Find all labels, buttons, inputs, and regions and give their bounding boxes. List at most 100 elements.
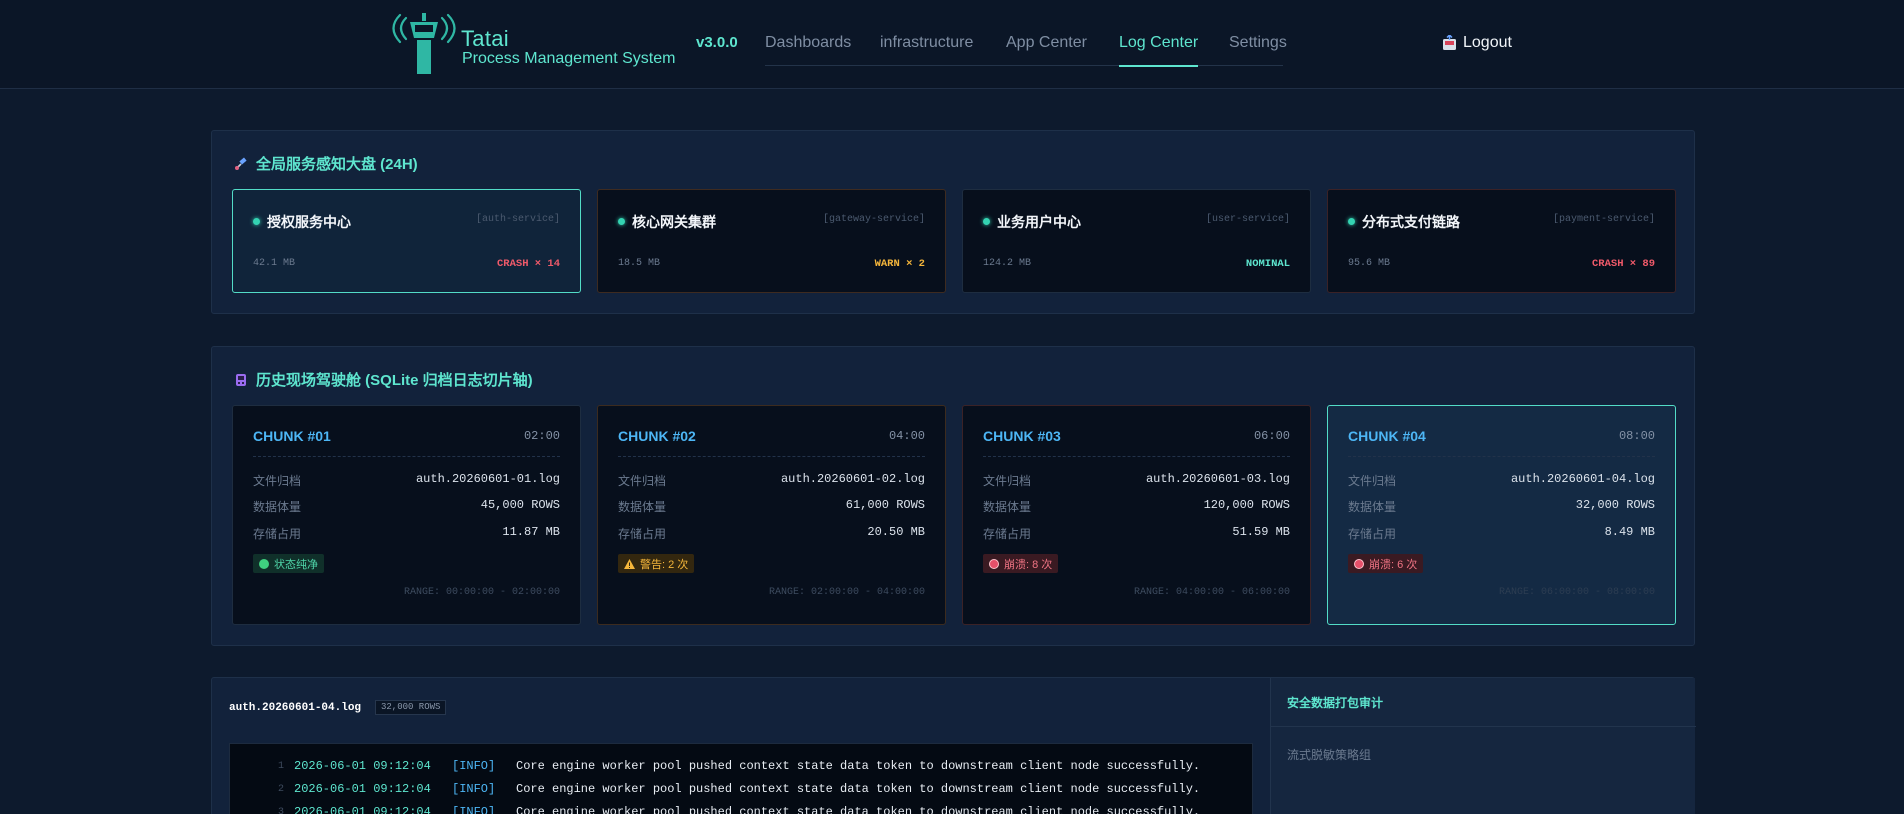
service-id: [payment-service] bbox=[1552, 214, 1655, 225]
chunk-time: 04:00 bbox=[888, 429, 925, 443]
chunk-row-file: 文件归档 auth.20260601-01.log bbox=[253, 472, 560, 488]
chunk-row-storage: 存储占用 8.49 MB bbox=[1348, 525, 1655, 541]
badge-text: 警告: 2 次 bbox=[640, 558, 689, 571]
log-level: [INFO] bbox=[452, 759, 496, 773]
version-label: v3.0.0 bbox=[696, 34, 738, 51]
badge-text: 崩溃: 6 次 bbox=[1369, 558, 1418, 571]
chunk-card-03[interactable]: CHUNK #03 06:00 文件归档 auth.20260601-03.lo… bbox=[962, 405, 1311, 625]
nav-settings[interactable]: Settings bbox=[1229, 34, 1287, 52]
service-name: 业务用户中心 bbox=[997, 214, 1081, 230]
audit-title: 安全数据打包审计 bbox=[1287, 696, 1384, 710]
control-tower-icon[interactable] bbox=[388, 12, 460, 74]
storage-value: 8.49 MB bbox=[1604, 525, 1655, 539]
log-message: Core engine worker pool pushed context s… bbox=[516, 759, 1201, 773]
divider bbox=[983, 456, 1290, 457]
status-dot bbox=[1348, 218, 1355, 225]
log-timestamp: 2026-06-01 09:12:04 bbox=[294, 759, 431, 773]
chunk-row-file: 文件归档 auth.20260601-04.log bbox=[1348, 472, 1655, 488]
service-card-payment[interactable]: 分布式支付链路 [payment-service] 95.6 MB CRASH … bbox=[1327, 189, 1676, 293]
warning-icon bbox=[624, 558, 635, 569]
rows-label: 数据体量 bbox=[983, 500, 1032, 514]
service-id: [gateway-service] bbox=[822, 214, 925, 225]
storage-value: 11.87 MB bbox=[502, 525, 560, 539]
chunk-row-rows: 数据体量 45,000 ROWS bbox=[253, 498, 560, 514]
service-card-gateway[interactable]: 核心网关集群 [gateway-service] 18.5 MB WARN × … bbox=[597, 189, 946, 293]
log-level: [INFO] bbox=[452, 805, 496, 814]
log-message: Core engine worker pool pushed context s… bbox=[516, 805, 1201, 814]
logout-label: Logout bbox=[1463, 34, 1512, 51]
storage-value: 51.59 MB bbox=[1232, 525, 1290, 539]
line-number: 2 bbox=[277, 784, 284, 795]
storage-value: 20.50 MB bbox=[867, 525, 925, 539]
service-name: 授权服务中心 bbox=[267, 214, 351, 230]
file-label: 文件归档 bbox=[1348, 474, 1397, 488]
status-dot bbox=[253, 218, 260, 225]
brand-subtitle: Process Management System bbox=[462, 50, 676, 67]
file-label: 文件归档 bbox=[983, 474, 1032, 488]
service-id: [user-service] bbox=[1205, 214, 1290, 225]
chunk-range: RANGE: 04:00:00 - 06:00:00 bbox=[1133, 587, 1290, 598]
chunk-row-storage: 存储占用 20.50 MB bbox=[618, 525, 925, 541]
chunk-time: 02:00 bbox=[523, 429, 560, 443]
nav-app-center[interactable]: App Center bbox=[1006, 34, 1087, 52]
log-viewer-panel: auth.20260601-04.log 32,000 ROWS 1 2026-… bbox=[211, 677, 1696, 814]
main-nav: Dashboards infrastructure App Center Log… bbox=[765, 20, 1287, 67]
logout-button[interactable]: Logout bbox=[1442, 34, 1512, 52]
service-card-auth[interactable]: 授权服务中心 [auth-service] 42.1 MB CRASH × 14 bbox=[232, 189, 581, 293]
rows-label: 数据体量 bbox=[1348, 500, 1397, 514]
audit-subtitle[interactable]: 流式脱敏策略组 bbox=[1287, 746, 1371, 763]
rows-value: 61,000 ROWS bbox=[845, 498, 925, 512]
chunk-title: CHUNK #01 bbox=[253, 428, 331, 444]
log-timestamp: 2026-06-01 09:12:04 bbox=[294, 782, 431, 796]
log-level: [INFO] bbox=[452, 782, 496, 796]
chunk-card-02[interactable]: CHUNK #02 04:00 文件归档 auth.20260601-02.lo… bbox=[597, 405, 946, 625]
service-status: CRASH × 89 bbox=[1591, 258, 1655, 270]
brand-name: Tatai bbox=[461, 26, 509, 51]
storage-label: 存储占用 bbox=[618, 527, 667, 541]
history-panel: 历史现场驾驶舱 (SQLite 归档日志切片轴) CHUNK #01 02:00… bbox=[211, 346, 1695, 646]
storage-label: 存储占用 bbox=[253, 527, 302, 541]
chunk-range: RANGE: 02:00:00 - 04:00:00 bbox=[768, 587, 925, 598]
file-label: 文件归档 bbox=[253, 474, 302, 488]
history-title-text: 历史现场驾驶舱 (SQLite 归档日志切片轴) bbox=[256, 372, 533, 389]
status-dot bbox=[983, 218, 990, 225]
chunk-range: RANGE: 00:00:00 - 02:00:00 bbox=[403, 587, 560, 598]
chunk-title: CHUNK #03 bbox=[983, 428, 1061, 444]
nav-infrastructure[interactable]: infrastructure bbox=[880, 34, 973, 52]
file-value: auth.20260601-04.log bbox=[1510, 472, 1655, 486]
history-title: 历史现场驾驶舱 (SQLite 归档日志切片轴) bbox=[234, 369, 533, 390]
rows-value: 45,000 ROWS bbox=[480, 498, 560, 512]
chunk-card-01[interactable]: CHUNK #01 02:00 文件归档 auth.20260601-01.lo… bbox=[232, 405, 581, 625]
divider bbox=[618, 456, 925, 457]
green-circle-icon bbox=[259, 558, 269, 569]
service-status: WARN × 2 bbox=[874, 258, 925, 270]
chunk-time: 06:00 bbox=[1253, 429, 1290, 443]
service-card-user[interactable]: 业务用户中心 [user-service] 124.2 MB NOMINAL bbox=[962, 189, 1311, 293]
audit-header: 安全数据打包审计 bbox=[1271, 678, 1696, 727]
storage-label: 存储占用 bbox=[1348, 527, 1397, 541]
storage-label: 存储占用 bbox=[983, 527, 1032, 541]
file-value: auth.20260601-03.log bbox=[1145, 472, 1290, 486]
line-number: 3 bbox=[277, 807, 284, 814]
service-size: 42.1 MB bbox=[253, 258, 296, 269]
line-number: 1 bbox=[277, 761, 284, 772]
top-bar: Tatai Process Management System v3.0.0 D… bbox=[0, 0, 1904, 89]
chunk-row-rows: 数据体量 32,000 ROWS bbox=[1348, 498, 1655, 514]
nav-log-center[interactable]: Log Center bbox=[1119, 34, 1199, 67]
chunk-row-storage: 存储占用 51.59 MB bbox=[983, 525, 1290, 541]
rows-value: 32,000 ROWS bbox=[1575, 498, 1655, 512]
service-status: NOMINAL bbox=[1245, 258, 1290, 270]
file-value: auth.20260601-01.log bbox=[415, 472, 560, 486]
chunk-row-rows: 数据体量 61,000 ROWS bbox=[618, 498, 925, 514]
chunk-row-rows: 数据体量 120,000 ROWS bbox=[983, 498, 1290, 514]
chunk-row-file: 文件归档 auth.20260601-03.log bbox=[983, 472, 1290, 488]
badge-text: 崩溃: 8 次 bbox=[1004, 558, 1053, 571]
overview-title-text: 全局服务感知大盘 (24H) bbox=[256, 156, 418, 173]
chunk-card-04[interactable]: CHUNK #04 08:00 文件归档 auth.20260601-04.lo… bbox=[1327, 405, 1676, 625]
log-terminal[interactable]: 1 2026-06-01 09:12:04 [INFO] Core engine… bbox=[229, 743, 1253, 814]
rows-label: 数据体量 bbox=[253, 500, 302, 514]
nav-dashboards[interactable]: Dashboards bbox=[765, 34, 851, 52]
pager-icon bbox=[236, 373, 246, 386]
status-badge: 状态纯净 bbox=[253, 554, 324, 573]
status-dot bbox=[618, 218, 625, 225]
